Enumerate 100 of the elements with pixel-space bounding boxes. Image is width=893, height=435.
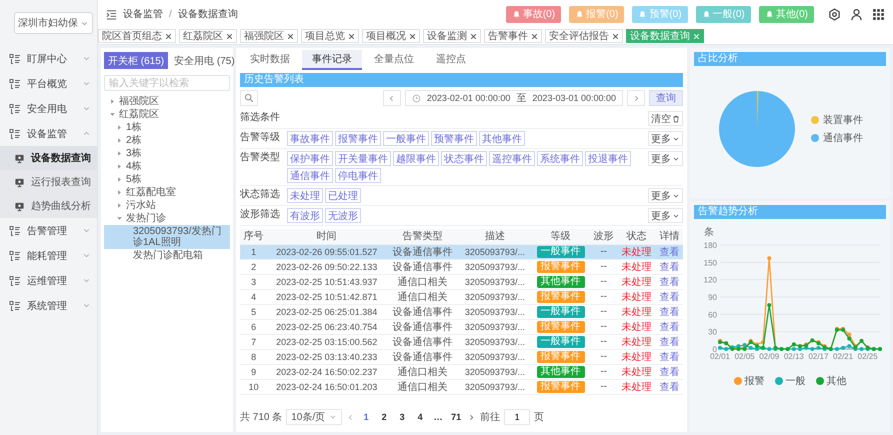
page-tab[interactable]: 设备监测 — [423, 29, 481, 43]
tree-item[interactable]: 3205093793/发热门诊1AL照明 — [104, 225, 230, 249]
tree-item[interactable]: 5栋 — [104, 173, 230, 186]
page-tab[interactable]: 项目概况 — [362, 29, 420, 43]
filter-tag[interactable]: 已处理 — [325, 188, 361, 203]
tree-item[interactable]: 2栋 — [104, 134, 230, 147]
filter-tag[interactable]: 有波形 — [287, 208, 323, 223]
filter-tag[interactable]: 其他事件 — [479, 131, 525, 146]
sidebar-item[interactable]: 能耗管理 — [0, 243, 97, 268]
chevron-down-icon — [672, 134, 680, 142]
table-cell: 5 — [240, 304, 268, 319]
point — [841, 346, 846, 350]
chevron-down-icon — [672, 192, 680, 200]
sidebar-item[interactable]: 系统管理 — [0, 293, 97, 318]
page-button[interactable]: 1 — [359, 409, 374, 425]
page-tab[interactable]: 红荔院区 — [179, 29, 237, 43]
page-button[interactable]: 4 — [413, 409, 428, 425]
page-button[interactable]: 71 — [449, 409, 464, 425]
table-cell: 3205093793/... — [458, 364, 532, 379]
filter-tag[interactable]: 投退事件 — [585, 151, 631, 166]
content-tab[interactable]: 实时数据 — [240, 50, 300, 70]
more-button[interactable]: 更多 — [648, 208, 683, 223]
search-button[interactable] — [240, 90, 258, 106]
more-button[interactable]: 更多 — [648, 151, 683, 166]
sidebar-item[interactable]: 告警管理 — [0, 218, 97, 243]
tree-item[interactable]: 1栋 — [104, 121, 230, 134]
filter-tag[interactable]: 状态事件 — [441, 151, 487, 166]
page-size-select[interactable]: 10条/页 — [286, 409, 342, 425]
tree-item[interactable]: 红荔配电室 — [104, 186, 230, 199]
filter-tag[interactable]: 开关量事件 — [335, 151, 391, 166]
table-cell: 1 — [240, 244, 268, 259]
page-button[interactable]: 3 — [395, 409, 410, 425]
table-cell: 6 — [240, 319, 268, 334]
point — [847, 332, 852, 337]
filter-tag[interactable]: 保护事件 — [287, 151, 333, 166]
more-button[interactable]: 更多 — [648, 131, 683, 146]
panel-tab[interactable]: 开关柜 (615) — [104, 52, 168, 69]
page-tab[interactable]: 院区首页组态 — [98, 29, 176, 43]
previous-button[interactable] — [382, 90, 401, 106]
filter-tag[interactable]: 一般事件 — [383, 131, 429, 146]
tree-item[interactable]: 红荔院区 — [104, 108, 230, 121]
sidebar-subitem[interactable]: 趋势曲线分析 — [0, 194, 97, 218]
page-field[interactable]: 1 — [504, 409, 530, 425]
table-cell: 未处理 — [617, 319, 656, 334]
filter-tag[interactable]: 通信事件 — [287, 168, 333, 183]
view-link[interactable]: 查看 — [659, 276, 680, 288]
view-link[interactable]: 查看 — [659, 306, 680, 318]
next-button[interactable] — [627, 90, 645, 106]
sidebar-subitem[interactable]: 运行报表查询 — [0, 170, 97, 194]
page-button[interactable]: 2 — [377, 409, 392, 425]
content-tab[interactable]: 全量点位 — [364, 50, 424, 70]
panel-tab[interactable]: 安全用电 (75) — [170, 52, 239, 69]
tree-item[interactable]: 3栋 — [104, 147, 230, 160]
filter-tag[interactable]: 无波形 — [325, 208, 361, 223]
more-button[interactable]: 更多 — [648, 188, 683, 203]
close-icon — [165, 32, 172, 40]
content-tab[interactable]: 遥控点 — [426, 50, 476, 70]
date-range-field[interactable]: 2023-02-01 00:00:00 至 2023-03-01 00:00:00 — [404, 90, 623, 106]
point — [816, 346, 820, 350]
content-tab[interactable]: 事件记录 — [302, 50, 362, 70]
filter-tag[interactable]: 遥控事件 — [489, 151, 535, 166]
filter-tag[interactable]: 系统事件 — [537, 151, 583, 166]
page-tab[interactable]: 安全评估报告 — [545, 29, 623, 43]
tree-item[interactable]: 发热门诊配电箱 — [104, 249, 230, 262]
view-link[interactable]: 查看 — [659, 336, 680, 348]
view-link[interactable]: 查看 — [659, 322, 680, 332]
tree-item[interactable]: 福强院区 — [104, 95, 230, 108]
view-link[interactable]: 查看 — [659, 366, 680, 378]
filter-tag[interactable]: 停电事件 — [335, 168, 381, 183]
axis-label: 90 — [708, 293, 717, 302]
page-button[interactable]: … — [431, 409, 446, 425]
filter-tag[interactable]: 未处理 — [287, 188, 323, 203]
sidebar-subitem[interactable]: 设备数据查询 — [0, 146, 97, 170]
filter-tag[interactable]: 预警事件 — [431, 131, 477, 146]
org-select[interactable]: 深圳市妇幼保 — [14, 12, 93, 34]
tree-item[interactable]: 4栋 — [104, 160, 230, 173]
view-link[interactable]: 查看 — [659, 262, 680, 272]
tree-item[interactable]: 发热门诊 — [104, 212, 230, 225]
axis-label: 02/17 — [808, 352, 828, 361]
view-link[interactable]: 查看 — [659, 382, 680, 392]
table-cell: 设备通信事件 — [386, 349, 459, 364]
breadcrumb-separator: / — [169, 8, 172, 20]
query-button[interactable]: 查询 — [649, 90, 683, 106]
filter-tag[interactable]: 事故事件 — [287, 131, 333, 146]
clear-button[interactable]: 清空 — [648, 111, 683, 126]
page-tab[interactable]: 福强院区 — [240, 29, 298, 43]
sidebar-item[interactable]: 安全用电 — [0, 96, 97, 121]
sidebar-item[interactable]: 设备监管 — [0, 121, 97, 146]
search-field[interactable]: 输入关键字以检索 — [104, 75, 230, 91]
view-link[interactable]: 查看 — [659, 292, 680, 302]
sidebar-item[interactable]: 运维管理 — [0, 268, 97, 293]
table-cell: 未处理 — [617, 304, 656, 319]
filter-tag[interactable]: 越限事件 — [393, 151, 439, 166]
page-tab[interactable]: 项目总览 — [301, 29, 359, 43]
view-link[interactable]: 查看 — [659, 352, 680, 362]
tree-item[interactable]: 污水站 — [104, 199, 230, 212]
sidebar-item[interactable]: 盯屏中心 — [0, 46, 97, 71]
sidebar-item[interactable]: 平台概览 — [0, 71, 97, 96]
page-tab[interactable]: 告警事件 — [484, 29, 542, 43]
filter-tag[interactable]: 报警事件 — [335, 131, 381, 146]
